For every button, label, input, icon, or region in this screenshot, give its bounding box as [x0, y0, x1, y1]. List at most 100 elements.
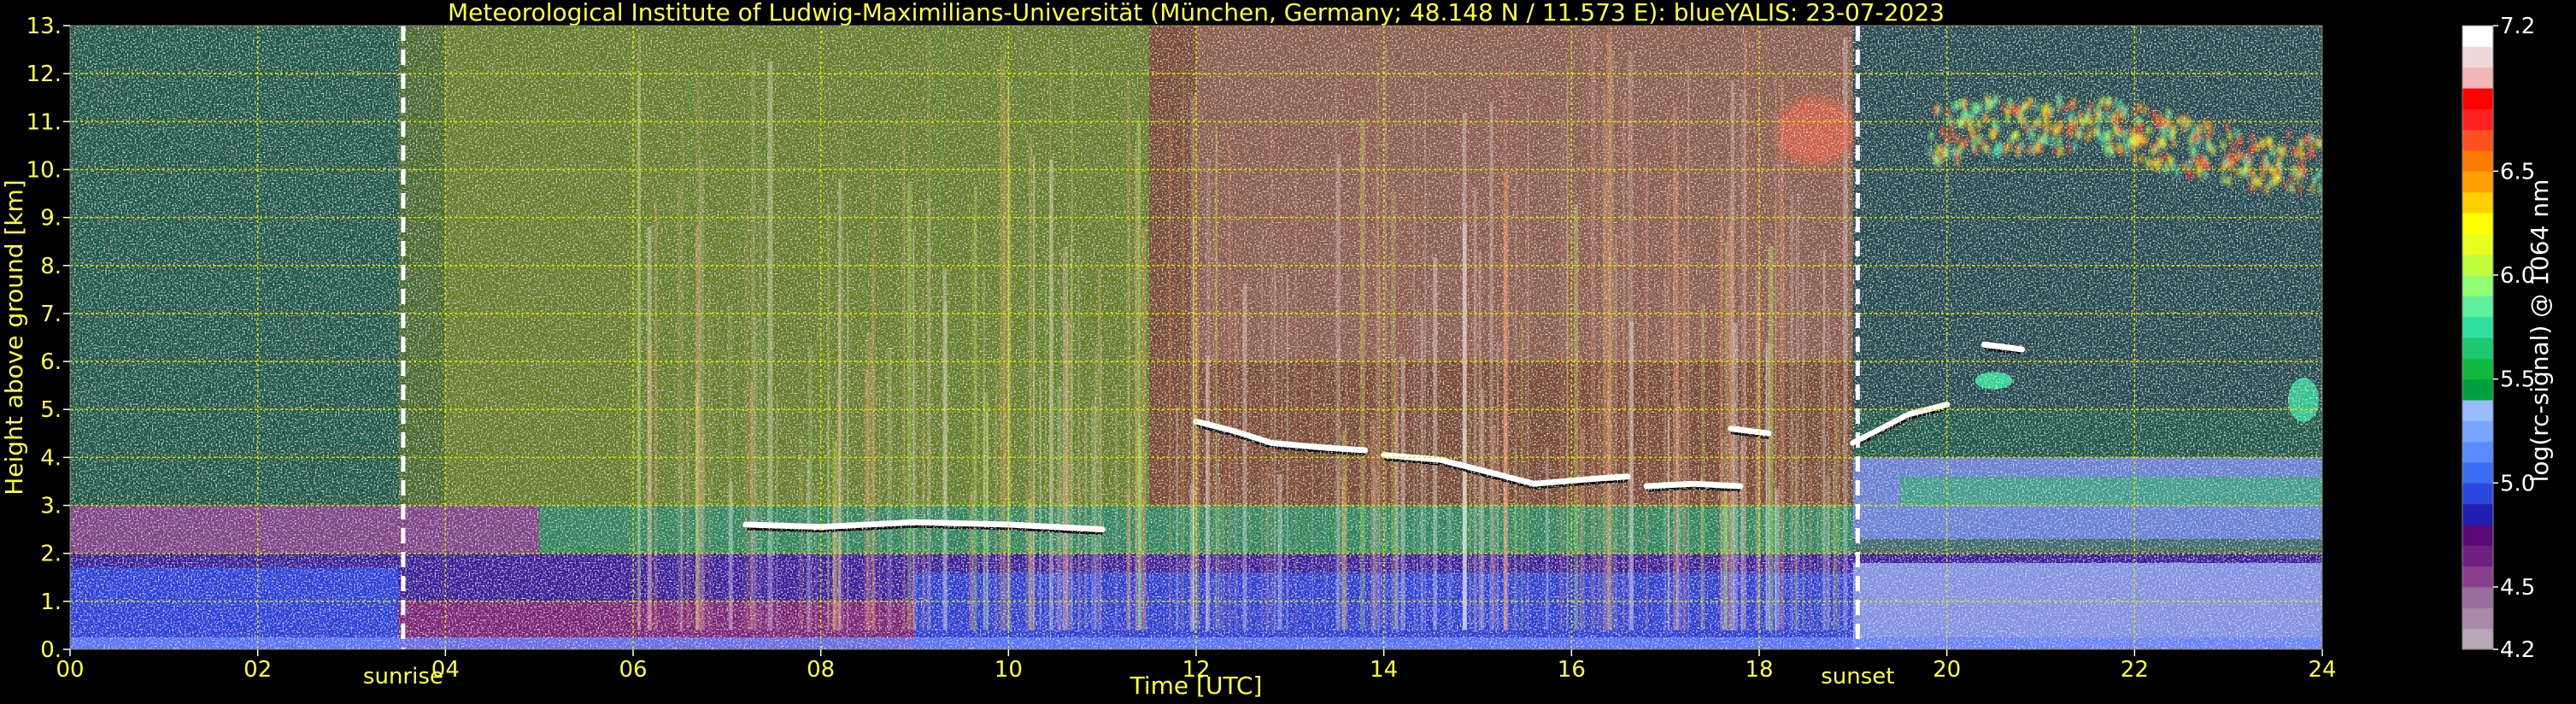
signal-streak — [1622, 98, 1625, 631]
signal-streak — [1077, 472, 1082, 631]
colorbar-swatch — [2462, 296, 2493, 318]
signal-streak — [1135, 430, 1138, 631]
signal-streak — [1504, 171, 1509, 631]
signal-streak — [837, 288, 841, 631]
y-tick-label: 2. — [40, 542, 62, 567]
cirrus-cell — [2188, 136, 2192, 145]
signal-streak — [974, 186, 977, 631]
colorbar-swatch — [2462, 483, 2493, 505]
cirrus-cell — [2191, 126, 2195, 136]
signal-streak — [1044, 256, 1047, 631]
signal-streak — [1265, 465, 1270, 631]
colorbar-swatch — [2462, 358, 2493, 380]
boundary-layer — [70, 567, 399, 649]
signal-streak — [847, 243, 849, 631]
cirrus-cell — [2172, 125, 2176, 134]
y-tick-label: 4. — [40, 445, 62, 471]
signal-streak — [1463, 223, 1467, 631]
signal-streak — [983, 271, 985, 631]
cirrus-cell — [2187, 160, 2192, 169]
cirrus-cell — [2004, 144, 2008, 154]
signal-streak — [1614, 233, 1618, 631]
signal-streak — [1031, 496, 1035, 631]
lidar-quicklook-figure: Meteorological Institute of Ludwig-Maxim… — [0, 0, 2554, 700]
cirrus-cell — [1939, 155, 1943, 165]
y-tick-label: 9. — [40, 206, 62, 232]
cirrus-cell — [2056, 125, 2060, 134]
cirrus-cell — [2166, 111, 2170, 120]
cirrus-cell — [2158, 118, 2162, 127]
signal-streak — [814, 489, 818, 631]
colorbar-swatch — [2462, 607, 2493, 630]
cirrus-cell — [2203, 170, 2208, 179]
cirrus-cell — [1928, 147, 1932, 156]
cirrus-cell — [2290, 184, 2294, 193]
signal-streak — [1802, 273, 1805, 631]
colorbar-swatch — [2462, 316, 2493, 338]
signal-streak — [1603, 185, 1607, 631]
cirrus-cell — [2119, 146, 2123, 156]
cirrus-cell — [1957, 135, 1961, 144]
cirrus-cell — [2221, 140, 2225, 150]
cirrus-cell — [2156, 159, 2161, 168]
cirrus-cell — [2233, 154, 2238, 163]
signal-streak — [754, 313, 758, 631]
cirrus-cell — [2286, 130, 2291, 139]
cirrus-cell — [2096, 104, 2100, 114]
cirrus-cell — [2109, 148, 2113, 157]
cirrus-cell — [2191, 146, 2195, 155]
cirrus-cell — [2201, 157, 2205, 167]
cirrus-cell — [2297, 183, 2302, 192]
signal-streak — [1700, 474, 1704, 631]
signal-streak — [1821, 355, 1823, 631]
signal-streak — [1781, 80, 1784, 631]
cirrus-cell — [1995, 143, 1999, 152]
cirrus-cell — [2070, 111, 2074, 120]
y-tick-label: 10. — [26, 157, 62, 183]
cirrus-cell — [2012, 104, 2016, 114]
signal-streak — [1384, 44, 1388, 631]
cirrus-cell — [2089, 103, 2093, 112]
lower-layer-region — [1899, 476, 2322, 506]
colorbar-swatch — [2462, 337, 2493, 359]
signal-streak — [1380, 300, 1383, 631]
cirrus-cell — [1947, 115, 1951, 125]
cirrus-cell — [1992, 118, 1996, 127]
cirrus-cell — [2077, 130, 2081, 139]
signal-streak — [1420, 313, 1424, 631]
cirrus-cell — [1933, 155, 1938, 165]
colorbar-swatch — [2462, 525, 2493, 546]
cirrus-cell — [2094, 126, 2098, 137]
signal-streak — [1058, 385, 1062, 631]
signal-streak — [707, 284, 711, 631]
cirrus-cell — [2041, 135, 2045, 144]
colorbar-swatch — [2462, 462, 2493, 484]
cirrus-cell — [2072, 97, 2076, 107]
cirrus-cell — [2032, 120, 2036, 131]
signal-streak — [1816, 451, 1819, 631]
signal-streak — [1424, 85, 1426, 631]
cirrus-cell — [2144, 135, 2148, 145]
cirrus-cell — [1985, 103, 1989, 112]
colorbar-tick-label: 4.5 — [2500, 575, 2535, 601]
signal-streak — [1566, 222, 1569, 631]
colorbar-swatch — [2462, 213, 2493, 234]
signal-streak — [1002, 213, 1005, 631]
y-tick-label: 8. — [40, 254, 62, 279]
cirrus-cell — [2130, 128, 2134, 138]
cloud-cell — [1975, 372, 2013, 390]
signal-streak — [637, 32, 642, 631]
cirrus-cell — [2243, 155, 2247, 164]
cirrus-cell — [2105, 113, 2110, 122]
cirrus-cell — [2143, 106, 2147, 115]
cirrus-cell — [1994, 94, 1998, 104]
signal-streak — [1473, 186, 1477, 631]
signal-streak — [887, 347, 892, 631]
x-tick-label: 24 — [2308, 657, 2336, 683]
signal-streak — [654, 199, 658, 631]
signal-streak — [1675, 172, 1679, 631]
cirrus-cell — [2268, 163, 2272, 173]
cirrus-cell — [1950, 125, 1954, 134]
cirrus-cell — [2064, 103, 2068, 112]
signal-streak — [1370, 419, 1376, 631]
